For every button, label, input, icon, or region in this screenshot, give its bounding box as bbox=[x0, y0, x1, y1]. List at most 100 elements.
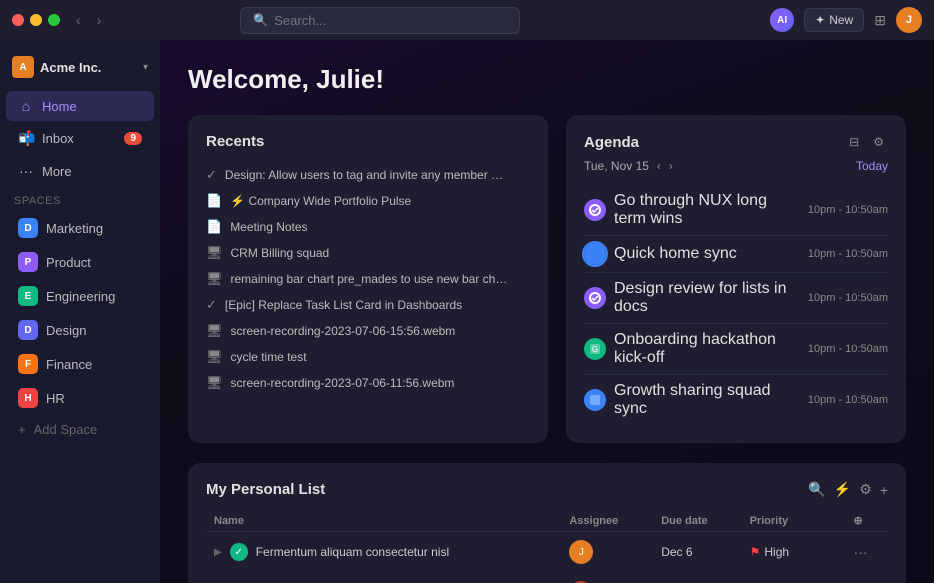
task-icon: ✓ bbox=[206, 297, 217, 313]
sidebar-item-finance[interactable]: F Finance bbox=[6, 348, 154, 380]
sidebar-item-product[interactable]: P Product bbox=[6, 246, 154, 278]
add-field-icon[interactable]: ⊕ bbox=[854, 515, 863, 527]
star-icon: ✦ bbox=[815, 13, 825, 27]
today-button[interactable]: Today bbox=[856, 159, 888, 173]
doc-icon: 📄 bbox=[206, 193, 222, 209]
agenda-date-row: Tue, Nov 15 ‹ › Today bbox=[584, 159, 888, 173]
maximize-button[interactable] bbox=[48, 14, 60, 26]
history-nav: ‹ › bbox=[70, 10, 107, 30]
sidebar-item-home[interactable]: ⌂ Home bbox=[6, 91, 154, 121]
due-date-column-header: Due date bbox=[653, 510, 741, 532]
row-more-button[interactable]: ··· bbox=[854, 544, 868, 560]
list-item[interactable]: 📄 ⚡ Company Wide Portfolio Pulse bbox=[206, 188, 530, 214]
design-dot: D bbox=[18, 320, 38, 340]
sidebar: A Acme Inc. ▾ ⌂ Home 📬 Inbox 9 ··· More … bbox=[0, 40, 160, 583]
agenda-event[interactable]: G Onboarding hackathon kick-off 10pm - 1… bbox=[584, 324, 888, 375]
search-icon: 🔍 bbox=[253, 13, 268, 27]
workspace-switcher[interactable]: A Acme Inc. ▾ bbox=[0, 48, 160, 86]
sidebar-item-hr[interactable]: H HR bbox=[6, 382, 154, 414]
priority-column-header: Priority bbox=[742, 510, 846, 532]
list-item[interactable]: 🖥 remaining bar chart pre_mades to use n… bbox=[206, 266, 530, 292]
minimize-button[interactable] bbox=[30, 14, 42, 26]
titlebar-right: AI ✦ New ⊞ J bbox=[770, 7, 922, 33]
event-name: Go through NUX long term wins bbox=[614, 192, 800, 228]
list-header: My Personal List 🔍 ⚡ ⚙ + bbox=[206, 481, 888, 498]
app-body: A Acme Inc. ▾ ⌂ Home 📬 Inbox 9 ··· More … bbox=[0, 40, 934, 583]
grid-icon[interactable]: ⊞ bbox=[874, 12, 886, 29]
sidebar-item-marketing[interactable]: D Marketing bbox=[6, 212, 154, 244]
screen-icon: 🖥 bbox=[206, 245, 223, 261]
priority-badge: ⚑ High bbox=[750, 545, 838, 559]
event-dot: G bbox=[584, 338, 606, 360]
screen-icon: 🖥 bbox=[206, 271, 223, 287]
event-dot bbox=[584, 243, 606, 265]
search-tasks-button[interactable]: 🔍 bbox=[808, 481, 825, 498]
expand-icon: ▶ bbox=[214, 547, 222, 558]
search-bar[interactable]: 🔍 bbox=[240, 7, 520, 34]
name-column-header: Name bbox=[206, 510, 561, 532]
due-date: Dec 6 bbox=[653, 532, 741, 573]
next-date-button[interactable]: › bbox=[669, 159, 673, 173]
flag-icon: ⚑ bbox=[750, 545, 761, 559]
titlebar: ‹ › 🔍 AI ✦ New ⊞ J bbox=[0, 0, 934, 40]
agenda-date: Tue, Nov 15 bbox=[584, 159, 649, 173]
list-item[interactable]: 🖥 cycle time test bbox=[206, 344, 530, 370]
agenda-card: Agenda ⊟ ⚙ Tue, Nov 15 ‹ › Today bbox=[566, 115, 906, 443]
doc-icon: 📄 bbox=[206, 219, 222, 235]
sidebar-item-inbox[interactable]: 📬 Inbox 9 bbox=[6, 123, 154, 154]
actions-column-header: ⊕ bbox=[846, 510, 888, 532]
personal-list-card: My Personal List 🔍 ⚡ ⚙ + Name Assignee D… bbox=[188, 463, 906, 583]
table-row[interactable]: ▶ ✓ Fermentum aliquam consectetur nisl J… bbox=[206, 532, 888, 573]
agenda-event[interactable]: Growth sharing squad sync 10pm - 10:50am bbox=[584, 375, 888, 425]
event-dot bbox=[584, 287, 606, 309]
screen-icon: 🖥 bbox=[206, 349, 223, 365]
agenda-event[interactable]: Quick home sync 10pm - 10:50am bbox=[584, 236, 888, 273]
sidebar-item-design[interactable]: D Design bbox=[6, 314, 154, 346]
event-dot bbox=[584, 389, 606, 411]
filter-button[interactable]: ⚡ bbox=[834, 481, 851, 498]
list-title: My Personal List bbox=[206, 481, 325, 498]
recents-card: Recents ✓ Design: Allow users to tag and… bbox=[188, 115, 548, 443]
table-row[interactable]: ▶ ◕ Personal Task 2 J Dec 10 ⚑ bbox=[206, 573, 888, 583]
forward-button[interactable]: › bbox=[91, 10, 108, 30]
list-item[interactable]: 🖥 screen-recording-2023-07-06-11:56.webm bbox=[206, 370, 530, 396]
search-input[interactable] bbox=[274, 13, 507, 28]
event-time: 10pm - 10:50am bbox=[808, 248, 888, 260]
list-item[interactable]: 📄 Meeting Notes bbox=[206, 214, 530, 240]
hr-dot: H bbox=[18, 388, 38, 408]
add-column-button[interactable]: + bbox=[880, 482, 888, 498]
agenda-event[interactable]: Go through NUX long term wins 10pm - 10:… bbox=[584, 185, 888, 236]
new-button[interactable]: ✦ New bbox=[804, 8, 864, 32]
back-button[interactable]: ‹ bbox=[70, 10, 87, 30]
event-time: 10pm - 10:50am bbox=[808, 292, 888, 304]
list-item[interactable]: ✓ Design: Allow users to tag and invite … bbox=[206, 162, 530, 188]
marketing-dot: D bbox=[18, 218, 38, 238]
add-space-button[interactable]: + Add Space bbox=[6, 416, 154, 443]
sidebar-item-more[interactable]: ··· More bbox=[6, 156, 154, 186]
assignee-avatar: J bbox=[569, 540, 593, 564]
calendar-view-button[interactable]: ⊟ bbox=[845, 133, 863, 151]
workspace-logo: A bbox=[12, 56, 34, 78]
ai-badge[interactable]: AI bbox=[770, 8, 794, 32]
settings-button[interactable]: ⚙ bbox=[859, 481, 872, 498]
event-name: Design review for lists in docs bbox=[614, 280, 800, 316]
welcome-title: Welcome, Julie! bbox=[188, 64, 906, 95]
prev-date-button[interactable]: ‹ bbox=[657, 159, 661, 173]
engineering-dot: E bbox=[18, 286, 38, 306]
agenda-settings-button[interactable]: ⚙ bbox=[869, 133, 888, 151]
sidebar-item-engineering[interactable]: E Engineering bbox=[6, 280, 154, 312]
list-item[interactable]: 🖥 CRM Billing squad bbox=[206, 240, 530, 266]
close-button[interactable] bbox=[12, 14, 24, 26]
event-time: 10pm - 10:50am bbox=[808, 204, 888, 216]
product-dot: P bbox=[18, 252, 38, 272]
list-item[interactable]: ✓ [Epic] Replace Task List Card in Dashb… bbox=[206, 292, 530, 318]
svg-text:G: G bbox=[592, 345, 598, 354]
due-date: Dec 10 bbox=[653, 573, 741, 583]
assignee-column-header: Assignee bbox=[561, 510, 653, 532]
event-name: Onboarding hackathon kick-off bbox=[614, 331, 800, 367]
list-item[interactable]: 🖥 screen-recording-2023-07-06-15:56.webm bbox=[206, 318, 530, 344]
spaces-label: Spaces bbox=[0, 187, 160, 211]
agenda-event[interactable]: Design review for lists in docs 10pm - 1… bbox=[584, 273, 888, 324]
inbox-badge: 9 bbox=[124, 132, 142, 145]
event-dot bbox=[584, 199, 606, 221]
